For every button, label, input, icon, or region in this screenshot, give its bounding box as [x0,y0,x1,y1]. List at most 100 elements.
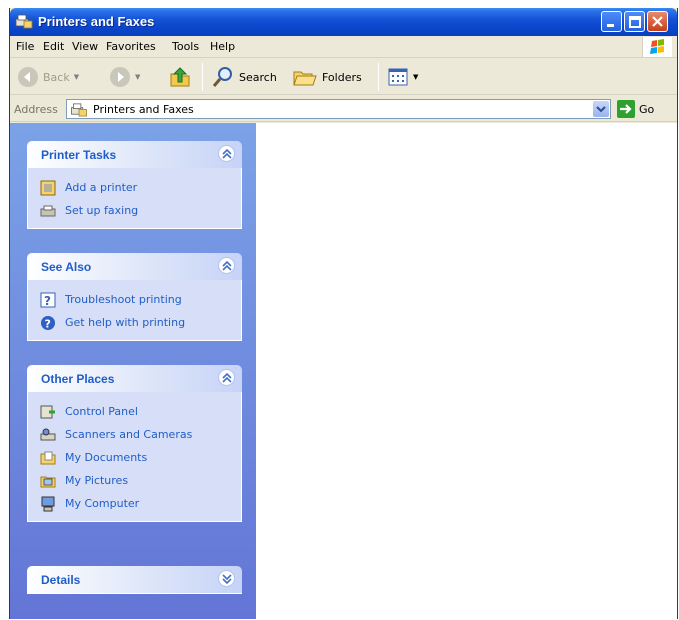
menu-edit[interactable]: Edit [43,40,64,53]
toolbar-separator [378,63,379,91]
scanners-cameras-label: Scanners and Cameras [65,428,193,441]
forward-dropdown-icon[interactable]: ▼ [135,73,140,81]
my-documents-link[interactable]: My Documents [40,446,241,469]
set-up-faxing-task[interactable]: Set up faxing [40,199,241,222]
other-places-title: Other Places [41,372,115,386]
control-panel-link[interactable]: Control Panel [40,400,241,423]
see-also-body: ? Troubleshoot printing ? Get help with … [27,280,242,341]
search-icon [212,67,232,87]
menu-favorites[interactable]: Favorites [106,40,156,53]
folders-icon [293,71,317,86]
maximize-button[interactable] [624,11,645,32]
pictures-folder-icon [40,476,56,487]
up-folder-button[interactable] [168,65,192,89]
forward-button[interactable]: ▼ [109,65,140,89]
windows-logo-icon [642,37,672,57]
troubleshoot-printing-label: Troubleshoot printing [65,293,182,306]
collapse-button[interactable] [218,145,235,162]
minimize-icon [607,24,614,27]
address-label: Address [14,103,58,116]
see-also-header[interactable]: See Also [27,253,242,280]
my-computer-link[interactable]: My Computer [40,492,241,515]
other-places-body: Control Panel Scanners and Cameras My Do… [27,392,242,522]
address-field[interactable]: Printers and Faxes [66,99,611,119]
my-computer-label: My Computer [65,497,140,510]
chevron-down-icon [596,106,606,113]
menu-tools[interactable]: Tools [172,40,199,53]
computer-icon [41,496,55,511]
menu-help[interactable]: Help [210,40,235,53]
address-value: Printers and Faxes [93,103,194,116]
explorer-content: Printer Tasks Add a printer Set up faxin… [10,123,677,619]
printers-folder-icon [71,103,87,117]
add-printer-label: Add a printer [65,181,138,194]
views-button[interactable]: ▼ [387,65,418,89]
address-dropdown-button[interactable] [593,101,609,117]
standard-toolbar: Back ▼ ▼ Search Folders ▼ [10,59,677,95]
fax-icon [40,205,56,216]
other-places-header[interactable]: Other Places [27,365,242,392]
help-book-icon: ? [40,292,56,308]
details-title: Details [41,573,81,587]
svg-text:?: ? [45,317,51,330]
minimize-button[interactable] [601,11,622,32]
views-icon [388,68,408,86]
control-panel-label: Control Panel [65,405,138,418]
collapse-button[interactable] [218,257,235,274]
chevron-up-icon [222,261,232,271]
my-pictures-label: My Pictures [65,474,129,487]
my-pictures-link[interactable]: My Pictures [40,469,241,492]
documents-folder-icon [40,451,56,464]
toolbar-separator [202,63,203,91]
maximize-icon [629,16,641,28]
chevron-down-icon [222,574,232,584]
close-button[interactable] [647,11,668,32]
help-icon: ? [41,315,55,330]
close-icon [652,16,663,27]
get-help-printing-label: Get help with printing [65,316,186,329]
get-help-printing-task[interactable]: ? Get help with printing [40,311,241,334]
scanners-cameras-link[interactable]: Scanners and Cameras [40,423,241,446]
see-also-panel: See Also ? Troubleshoot printing ? Get h… [27,253,242,341]
chevron-up-icon [222,149,232,159]
printer-tasks-panel: Printer Tasks Add a printer Set up faxin… [27,141,242,229]
views-dropdown-icon[interactable]: ▼ [413,73,418,81]
back-label: Back [43,70,70,84]
collapse-button[interactable] [218,369,235,386]
printers-folder-icon [15,14,33,29]
search-label: Search [239,70,277,84]
menu-view[interactable]: View [72,40,98,53]
set-up-faxing-label: Set up faxing [65,204,139,217]
search-button[interactable]: Search [211,65,277,89]
address-bar: Address Printers and Faxes Go [10,96,677,122]
chevron-up-icon [222,373,232,383]
my-documents-label: My Documents [65,451,148,464]
details-header[interactable]: Details [27,566,242,594]
troubleshoot-printing-task[interactable]: ? Troubleshoot printing [40,288,241,311]
printers-and-faxes-window: Printers and Faxes File Edit View Favori… [9,8,678,619]
see-also-title: See Also [41,260,92,274]
window-title: Printers and Faxes [38,14,155,29]
file-list-pane[interactable] [256,123,677,619]
details-panel: Details [27,566,242,594]
expand-button[interactable] [218,570,235,587]
back-dropdown-icon[interactable]: ▼ [74,73,79,81]
folders-label: Folders [322,70,362,84]
scanner-camera-icon [40,428,56,440]
go-button[interactable]: Go [617,100,654,118]
go-label: Go [639,102,655,116]
printer-tasks-body: Add a printer Set up faxing [27,168,242,229]
up-folder-icon [170,67,190,87]
add-printer-icon [40,180,56,195]
printer-tasks-title: Printer Tasks [41,148,117,162]
go-arrow-icon [617,100,635,118]
add-printer-task[interactable]: Add a printer [40,176,241,199]
folders-button[interactable]: Folders [292,65,362,89]
printer-tasks-header[interactable]: Printer Tasks [27,141,242,168]
menu-bar: File Edit View Favorites Tools Help [10,36,677,58]
title-bar[interactable]: Printers and Faxes [10,8,677,36]
menu-file[interactable]: File [16,40,34,53]
forward-arrow-icon [110,67,130,87]
task-pane: Printer Tasks Add a printer Set up faxin… [10,123,256,619]
back-button[interactable]: Back ▼ [17,65,79,89]
